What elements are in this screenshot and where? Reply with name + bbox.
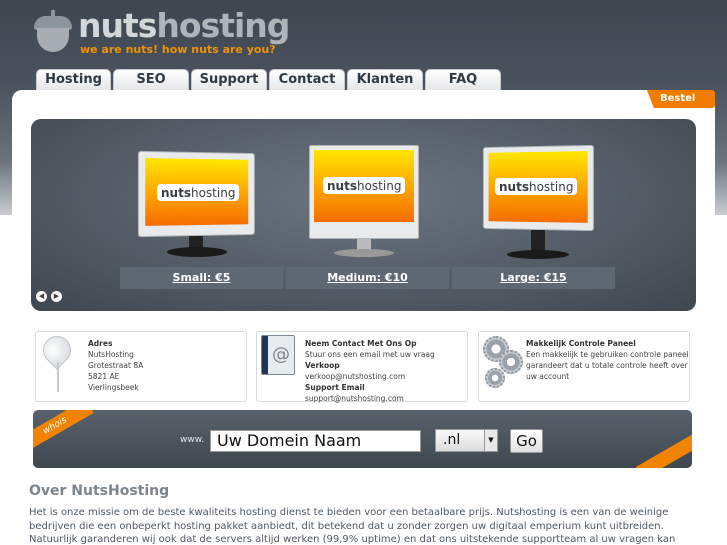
address-box: Adres NutsHosting Grotestraat 8A 5821 AE… [35, 330, 247, 402]
address-title: Adres [88, 339, 113, 348]
domain-input[interactable]: Uw Domein Naam [210, 430, 421, 452]
address-line: NutsHosting [88, 350, 134, 359]
contact-box: @ Neem Contact Met Ons Op Stuur ons een … [256, 331, 468, 404]
main-nav: Hosting SEO Support Contact Klanten FAQ [36, 69, 501, 91]
arrow-right-icon[interactable]: ▶ [51, 291, 62, 302]
tab-contact[interactable]: Contact [269, 69, 345, 91]
control-panel-title: Makkelijk Controle Paneel [526, 339, 636, 348]
map-pin-stick [57, 362, 59, 392]
monitor-logo: nuts hosting [157, 184, 240, 201]
support-email-link[interactable]: support@nutshosting.com [305, 393, 435, 404]
about-line: Natuurlijk garanderen wij ook dat de ser… [29, 534, 676, 545]
whois-ribbon: whois [33, 410, 94, 453]
control-panel-line: Een makkelijk te gebruiken controle pane… [526, 350, 689, 359]
tab-klanten[interactable]: Klanten [347, 69, 423, 91]
about-line: Het is onze missie om de beste kwaliteit… [29, 507, 669, 518]
plan-medium-link[interactable]: Medium: €10 [286, 267, 449, 289]
address-line: Grotestraat 8A [88, 361, 144, 370]
about-text: Het is onze missie om de beste kwaliteit… [29, 506, 709, 545]
tab-seo[interactable]: SEO [113, 69, 189, 91]
www-prefix: www. [180, 435, 205, 445]
control-panel-box: Makkelijk Controle Paneel Een makkelijk … [478, 331, 690, 402]
about-line: bedrijven die een onbeperkt hosting pakk… [29, 520, 664, 532]
contact-title: Neem Contact Met Ons Op [305, 339, 417, 348]
logo-wordmark: nutshosting [78, 6, 290, 45]
monitor-logo: nuts hosting [323, 177, 406, 194]
plan-large-link[interactable]: Large: €15 [452, 267, 615, 289]
arrow-left-icon[interactable]: ◀ [36, 291, 47, 302]
tab-faq[interactable]: FAQ [425, 69, 501, 91]
tab-hosting[interactable]: Hosting [36, 69, 111, 91]
contact-intro: Stuur ons een email met uw vraag [305, 350, 435, 359]
support-email-title: Support Email [305, 383, 365, 392]
logo-tagline: we are nuts! how nuts are you? [80, 43, 276, 56]
package-slider: nuts hosting nuts hosting nuts hosting Smal… [31, 119, 696, 311]
sales-title: Verkoop [305, 361, 340, 370]
address-line: Vierlingsbeek [88, 383, 139, 392]
go-button[interactable]: Go [510, 429, 543, 453]
monitor-logo: nuts hosting [495, 178, 578, 195]
address-line: 5821 AE [88, 372, 120, 381]
whois-search-bar: whois www. Uw Domein Naam .nl ▼ Go [33, 410, 692, 468]
site-logo[interactable]: nutshosting we are nuts! how nuts are yo… [34, 6, 290, 58]
sales-email-link[interactable]: verkoop@nutshosting.com [305, 371, 435, 382]
tld-selected-value: .nl [443, 432, 461, 448]
tab-support[interactable]: Support [191, 69, 267, 91]
about-heading: Over NutsHosting [29, 483, 170, 499]
address-book-icon: @ [261, 335, 295, 375]
control-panel-line: garandeert dat u totale controle heeft o… [526, 361, 688, 370]
monitor-large[interactable]: nuts hosting [481, 144, 596, 266]
control-panel-line: uw account [526, 372, 570, 381]
order-button[interactable]: Bestel [647, 90, 715, 108]
plan-small-link[interactable]: Small: €5 [120, 267, 283, 289]
whois-ribbon-corner [635, 426, 692, 468]
tld-select[interactable]: .nl ▼ [435, 429, 498, 452]
monitor-medium[interactable]: nuts hosting [309, 145, 421, 265]
chevron-down-icon[interactable]: ▼ [484, 430, 497, 451]
monitor-small[interactable]: nuts hosting [137, 150, 259, 262]
acorn-icon [34, 8, 72, 52]
